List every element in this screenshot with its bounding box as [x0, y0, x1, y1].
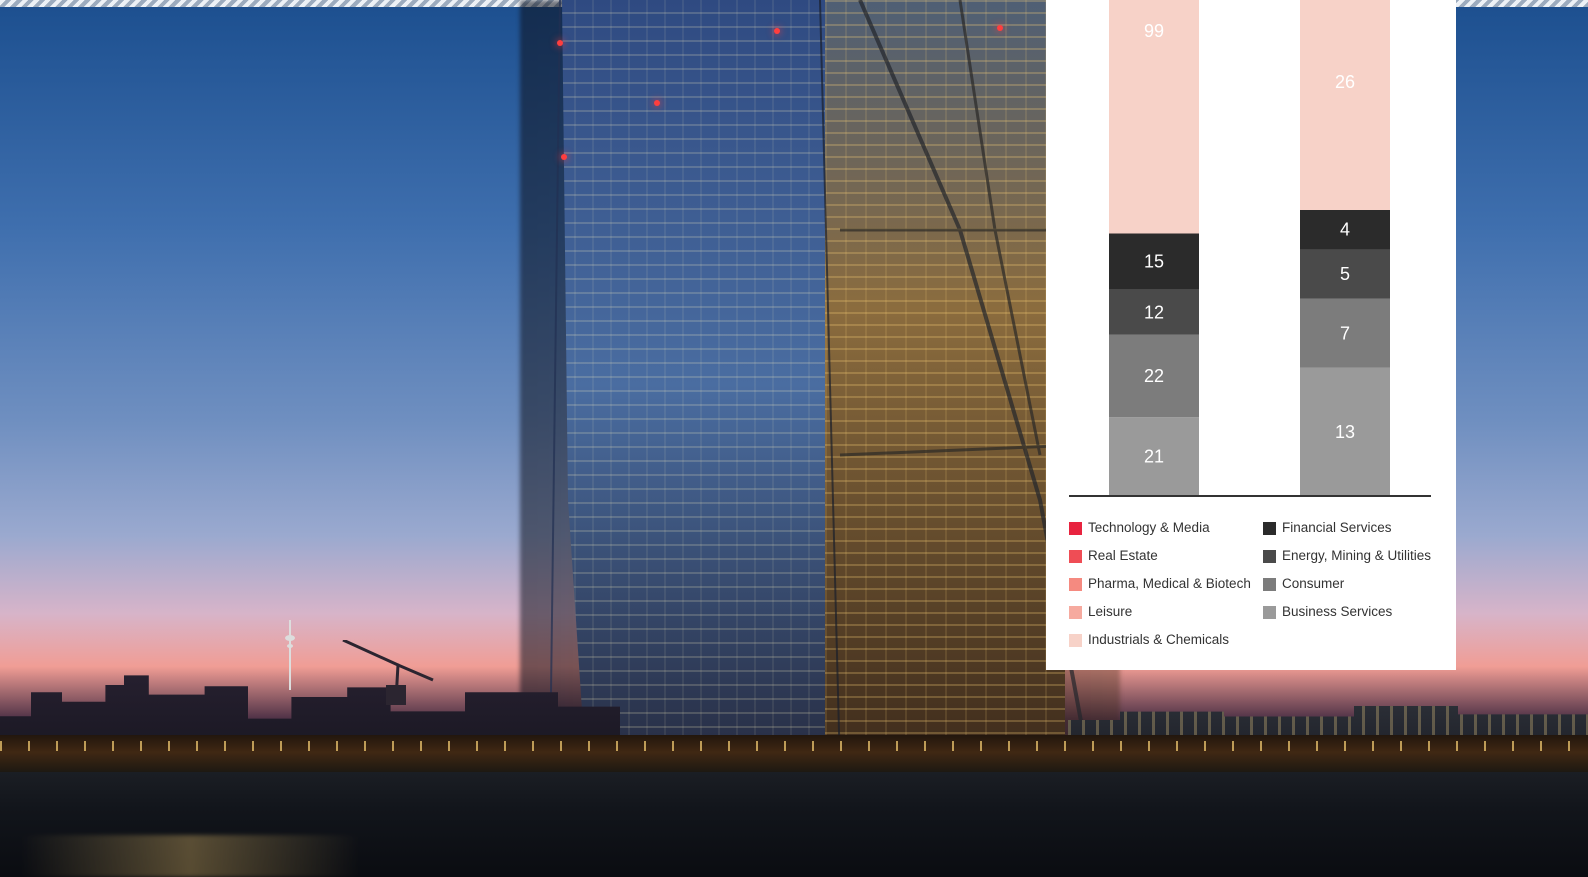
- bar-1-label-4: 15: [1144, 252, 1164, 272]
- legend-right-item-4: Business Services: [1263, 602, 1453, 630]
- legend-right-label-4: Business Services: [1282, 604, 1393, 619]
- legend-left-label-2: Real Estate: [1088, 548, 1158, 563]
- x-axis-line: [1069, 495, 1431, 497]
- legend-right-swatch-3: [1263, 578, 1276, 591]
- legend-left-column: Technology & Media Real Estate Pharma, Med…: [1069, 518, 1255, 658]
- legend-left-swatch-3: [1069, 578, 1082, 591]
- legend-left-label-4: Leisure: [1088, 604, 1133, 619]
- red-beacon-2: [654, 100, 660, 106]
- screenshot-page: 21 22 12 15 99 13 7 5 4 26 Technology & Media Real…: [0, 0, 1588, 877]
- legend-right-label-1: Financial Services: [1282, 520, 1392, 535]
- legend-right-swatch-1: [1263, 522, 1276, 535]
- red-beacon-4: [774, 28, 780, 34]
- chart-panel: 21 22 12 15 99 13 7 5 4 26 Technology & Media Real…: [1046, 0, 1456, 670]
- legend-left-item-1: Technology & Media: [1069, 518, 1255, 546]
- chart-legend: Technology & Media Real Estate Pharma, Med…: [1069, 518, 1439, 658]
- red-beacon-3: [561, 154, 567, 160]
- street-lights: [0, 741, 1588, 751]
- red-beacon-1: [557, 40, 563, 46]
- legend-left-swatch-2: [1069, 550, 1082, 563]
- tower-frame: [549, 0, 1092, 770]
- legend-left-label-3: Pharma, Medical & Biotech: [1088, 576, 1251, 591]
- red-beacon-5: [997, 25, 1003, 31]
- legend-left-item-2: Real Estate: [1069, 546, 1255, 574]
- legend-left-label-1: Technology & Media: [1088, 520, 1210, 535]
- legend-right-label-2: Energy, Mining & Utilities: [1282, 548, 1432, 563]
- bar-2-label-1: 13: [1335, 422, 1355, 442]
- legend-left-swatch-5: [1069, 634, 1082, 647]
- harbor-crane: [342, 640, 434, 705]
- tv-tower: [285, 620, 295, 690]
- legend-right-column: Financial Services Energy, Mining & Utili…: [1263, 518, 1453, 630]
- legend-right-item-3: Consumer: [1263, 574, 1453, 602]
- legend-left-item-5: Industrials & Chemicals: [1069, 630, 1255, 658]
- water-reflection: [20, 835, 360, 877]
- bar-1-label-1: 21: [1144, 447, 1164, 467]
- bar-1-label-3: 12: [1144, 302, 1164, 322]
- bar-1-label-2: 22: [1144, 366, 1164, 386]
- bar-2-label-5: 26: [1335, 72, 1355, 92]
- quay-foreground: [0, 772, 1588, 877]
- stacked-bar-chart: 21 22 12 15 99 13 7 5 4 26: [1109, 0, 1390, 496]
- bar-2-label-2: 7: [1340, 323, 1350, 343]
- bar-2-label-4: 4: [1340, 220, 1350, 240]
- legend-left-swatch-1: [1069, 522, 1082, 535]
- bar-2-segment-5: [1300, 0, 1390, 210]
- bar-2-label-3: 5: [1340, 264, 1350, 284]
- legend-right-swatch-4: [1263, 606, 1276, 619]
- legend-left-swatch-4: [1069, 606, 1082, 619]
- legend-left-item-3: Pharma, Medical & Biotech: [1069, 574, 1255, 602]
- legend-right-label-3: Consumer: [1282, 576, 1345, 591]
- legend-right-swatch-2: [1263, 550, 1276, 563]
- legend-left-item-4: Leisure: [1069, 602, 1255, 630]
- legend-left-label-5: Industrials & Chemicals: [1088, 632, 1230, 647]
- legend-right-item-1: Financial Services: [1263, 518, 1453, 546]
- legend-right-item-2: Energy, Mining & Utilities: [1263, 546, 1453, 574]
- bar-1-label-5: 99: [1144, 21, 1164, 41]
